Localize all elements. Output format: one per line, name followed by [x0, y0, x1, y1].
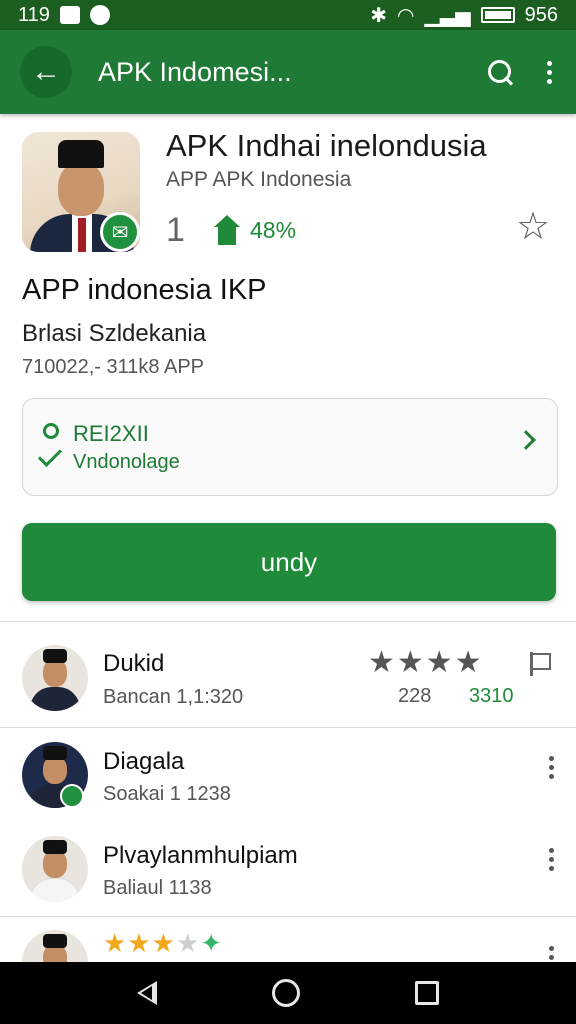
list-item-subtitle: Baliaul 1138 — [103, 877, 212, 899]
signal-icon: ▁▃▅ — [424, 4, 471, 27]
app-title: APK Indhai inelondusia — [166, 128, 487, 163]
house-icon — [212, 215, 242, 245]
more-vert-icon[interactable] — [546, 756, 556, 779]
install-button[interactable]: undy — [22, 523, 556, 601]
app-meta-row: 1 48% — [166, 208, 296, 252]
app-bar-title: APK Indomesi... — [98, 56, 292, 87]
app-subtitle: Brlasi Szldekania — [22, 320, 207, 347]
wifi-icon: ◠ — [397, 4, 415, 27]
app-developer[interactable]: APP APK Indonesia — [166, 168, 351, 192]
bluetooth-icon: ✱ — [370, 4, 388, 27]
section-title: APP indonesia IKP — [22, 274, 267, 306]
back-button[interactable]: ← — [20, 46, 72, 98]
status-time: 119 — [18, 3, 50, 26]
compass-notification-icon — [89, 5, 110, 25]
status-badge-icon — [60, 784, 84, 808]
search-icon[interactable] — [486, 58, 514, 86]
list-item-stat: 228 — [398, 685, 432, 707]
rating-stars: ★★★★ — [368, 646, 484, 679]
avatar — [22, 836, 88, 902]
verified-badge-icon: ✉ — [100, 212, 140, 252]
more-vert-icon[interactable] — [546, 848, 556, 871]
app-meta: 710022,- 311k8 APP — [22, 356, 204, 378]
star-outline-icon[interactable]: ☆ — [516, 208, 550, 246]
divider — [0, 621, 576, 622]
divider — [0, 727, 576, 728]
info-card[interactable]: REI2XII Vndonolage — [22, 398, 558, 496]
nav-home-icon[interactable] — [271, 979, 300, 1007]
status-battery-text: 956 — [524, 3, 558, 26]
info-card-title: REI2XII — [73, 421, 149, 446]
list-item-stat-highlight: 3310 — [469, 685, 514, 707]
list-item-title: Plvaylanmhulpiam — [103, 842, 298, 869]
list-item-title: Diagala — [103, 748, 185, 775]
more-vert-icon[interactable] — [544, 60, 554, 84]
rating-stars: ★★★★✦ — [103, 928, 224, 958]
status-bar: 119 ✱ ◠ ▁▃▅ 956 — [0, 0, 576, 30]
battery-icon — [480, 7, 515, 23]
rating-number: 1 — [166, 210, 185, 249]
system-nav-bar — [0, 962, 576, 1024]
info-card-subtitle: Vndonolage — [73, 451, 180, 473]
flag-icon[interactable] — [528, 652, 552, 676]
rating-percentage: 48% — [250, 216, 297, 243]
list-item-title: Dukid — [103, 650, 165, 677]
gallery-notification-icon — [59, 6, 80, 24]
back-arrow-icon: ← — [31, 55, 61, 88]
divider — [0, 916, 576, 917]
location-pin-icon — [43, 423, 59, 439]
list-item-subtitle: Bancan 1,1:320 — [103, 686, 244, 708]
app-bar: ← APK Indomesi... — [0, 30, 576, 114]
list-item-subtitle: Soakai 1 1238 — [103, 783, 231, 805]
avatar — [22, 645, 88, 711]
nav-back-icon[interactable] — [137, 981, 158, 1005]
chevron-right-icon — [516, 430, 536, 450]
check-icon — [37, 442, 63, 468]
nav-recents-icon[interactable] — [414, 981, 439, 1005]
